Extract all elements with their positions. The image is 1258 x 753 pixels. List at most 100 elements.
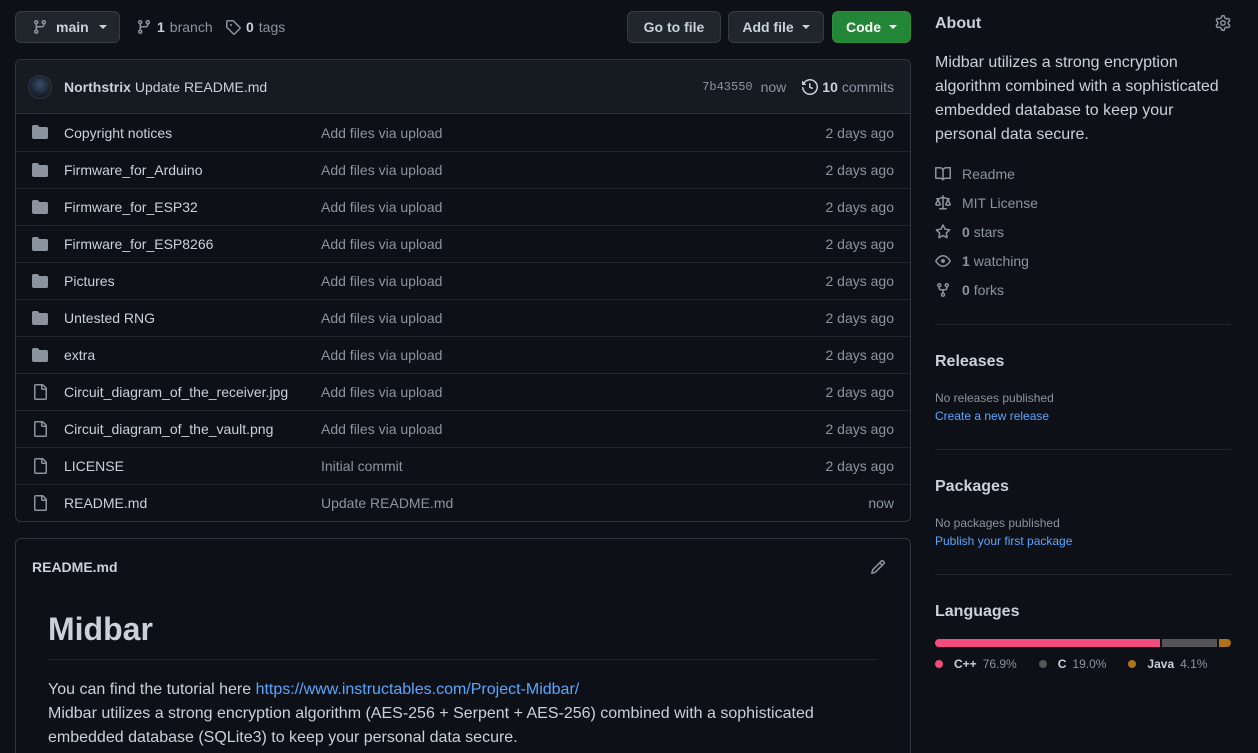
readme-panel: README.md Midbar You can find the tutori… <box>15 538 911 753</box>
file-commit-message-link[interactable]: Add files via upload <box>321 384 442 400</box>
language-color-dot <box>1128 660 1137 668</box>
file-commit-message-link[interactable]: Add files via upload <box>321 236 442 252</box>
file-icon <box>32 421 48 437</box>
file-name-link[interactable]: Firmware_for_ESP32 <box>64 199 198 215</box>
file-commit-message-link[interactable]: Add files via upload <box>321 310 442 326</box>
tutorial-link[interactable]: https://www.instructables.com/Project-Mi… <box>256 681 580 698</box>
pencil-icon[interactable] <box>870 559 886 575</box>
latest-commit-bar: Northstrix Update README.md 7b43550 now … <box>16 60 910 114</box>
code-label: Code <box>846 19 881 35</box>
file-row[interactable]: extra Add files via upload 2 days ago <box>16 336 910 373</box>
languages-heading: Languages <box>935 603 1020 620</box>
commits-label: commits <box>841 79 894 95</box>
language-legend-item[interactable]: C 19.0% <box>1038 657 1107 671</box>
releases-heading[interactable]: Releases <box>935 353 1004 371</box>
language-name: C++ <box>954 657 977 671</box>
tags-link[interactable]: 0 tags <box>225 11 285 43</box>
language-legend-item[interactable]: C++ 76.9% <box>935 657 1017 671</box>
book-icon <box>935 166 951 182</box>
file-name-link[interactable]: Untested RNG <box>64 310 155 326</box>
file-name-link[interactable]: Firmware_for_Arduino <box>64 162 203 178</box>
tags-label: tags <box>258 19 286 35</box>
commit-hash-link[interactable]: 7b43550 <box>702 80 752 94</box>
sidebar-divider <box>935 449 1231 450</box>
readme-tutorial-line: You can find the tutorial here https://w… <box>48 678 878 702</box>
code-button[interactable]: Code <box>832 11 911 43</box>
file-row[interactable]: Firmware_for_ESP32 Add files via upload 2 … <box>16 188 910 225</box>
file-name-link[interactable]: Pictures <box>64 273 115 289</box>
branch-select-button[interactable]: main <box>15 11 120 43</box>
tag-icon <box>225 19 241 35</box>
avatar[interactable] <box>28 74 52 99</box>
file-commit-message-link[interactable]: Add files via upload <box>321 421 442 437</box>
add-file-label: Add file <box>742 19 794 35</box>
file-row[interactable]: Firmware_for_ESP8266 Add files via upload… <box>16 225 910 262</box>
file-list: Copyright notices Add files via upload 2 d… <box>16 114 910 521</box>
file-name-link[interactable]: extra <box>64 347 95 363</box>
file-name-link[interactable]: Circuit_diagram_of_the_vault.png <box>64 421 273 437</box>
create-release-link[interactable]: Create a new release <box>935 409 1049 423</box>
about-description: Midbar utilizes a strong encryption algo… <box>935 54 1219 143</box>
readme-header: README.md <box>16 539 910 595</box>
folder-icon <box>32 162 48 178</box>
file-commit-message-link[interactable]: Add files via upload <box>321 347 442 363</box>
file-row[interactable]: LICENSE Initial commit 2 days ago <box>16 447 910 484</box>
readme-link[interactable]: Readme <box>935 166 1015 182</box>
tags-count: 0 <box>246 19 254 35</box>
readme-title: Midbar <box>48 609 878 660</box>
tutorial-prefix: You can find the tutorial here <box>48 681 256 698</box>
stars-text: 0 stars <box>962 224 1004 240</box>
folder-icon <box>32 273 48 289</box>
go-to-file-button[interactable]: Go to file <box>627 11 721 43</box>
file-row[interactable]: Pictures Add files via upload 2 days ago <box>16 262 910 299</box>
file-age: 2 days ago <box>825 458 895 474</box>
file-row[interactable]: Circuit_diagram_of_the_vault.png Add file… <box>16 410 910 447</box>
stars-link[interactable]: 0 stars <box>935 224 1004 240</box>
file-name-link[interactable]: Firmware_for_ESP8266 <box>64 236 213 252</box>
no-releases-text: No releases published <box>935 391 1054 405</box>
folder-icon <box>32 236 48 252</box>
forks-link[interactable]: 0 forks <box>935 282 1004 298</box>
file-row[interactable]: Firmware_for_Arduino Add files via upload… <box>16 151 910 188</box>
file-commit-message-link[interactable]: Add files via upload <box>321 273 442 289</box>
commits-history-link[interactable]: 10 commits <box>802 79 894 95</box>
language-name: Java <box>1147 657 1175 671</box>
language-percent: 76.9% <box>982 657 1017 671</box>
file-name-link[interactable]: LICENSE <box>64 458 124 474</box>
file-commit-message-link[interactable]: Initial commit <box>321 458 403 474</box>
branch-name: main <box>56 19 89 35</box>
file-commit-message-link[interactable]: Add files via upload <box>321 199 442 215</box>
readme-filename[interactable]: README.md <box>32 559 118 575</box>
file-row[interactable]: Untested RNG Add files via upload 2 days a… <box>16 299 910 336</box>
file-commit-message-link[interactable]: Add files via upload <box>321 162 442 178</box>
file-age: 2 days ago <box>825 124 895 141</box>
gear-icon[interactable] <box>1215 15 1231 31</box>
file-name-link[interactable]: Circuit_diagram_of_the_receiver.jpg <box>64 384 288 400</box>
language-legend-item[interactable]: Java 4.1% <box>1128 657 1207 671</box>
git-branch-icon <box>136 19 152 35</box>
publish-package-link[interactable]: Publish your first package <box>935 534 1072 548</box>
file-row[interactable]: Circuit_diagram_of_the_receiver.jpg Add f… <box>16 373 910 410</box>
license-label: MIT License <box>962 195 1038 211</box>
commit-message-link[interactable]: Update README.md <box>135 79 267 95</box>
watchers-link[interactable]: 1 watching <box>935 253 1029 269</box>
sidebar-divider <box>935 324 1231 325</box>
languages-bar <box>935 639 1231 647</box>
repo-toolbar: main 1 branch 0 tags Go to file Add file… <box>15 11 911 43</box>
packages-heading[interactable]: Packages <box>935 478 1009 496</box>
eye-icon <box>935 253 951 269</box>
file-age: 2 days ago <box>825 310 895 326</box>
language-bar-segment <box>935 639 1160 647</box>
file-commit-message-link[interactable]: Update README.md <box>321 495 453 511</box>
file-name-link[interactable]: Copyright notices <box>64 125 172 141</box>
branches-link[interactable]: 1 branch <box>136 11 213 43</box>
file-row[interactable]: README.md Update README.md now <box>16 484 910 521</box>
file-commit-message-link[interactable]: Add files via upload <box>321 125 442 141</box>
file-name-link[interactable]: README.md <box>64 495 147 511</box>
language-percent: 19.0% <box>1072 657 1107 671</box>
add-file-button[interactable]: Add file <box>728 11 824 43</box>
commit-author-link[interactable]: Northstrix <box>64 79 131 95</box>
language-bar-segment <box>1219 639 1231 647</box>
file-row[interactable]: Copyright notices Add files via upload 2 d… <box>16 114 910 151</box>
license-link[interactable]: MIT License <box>935 195 1038 211</box>
